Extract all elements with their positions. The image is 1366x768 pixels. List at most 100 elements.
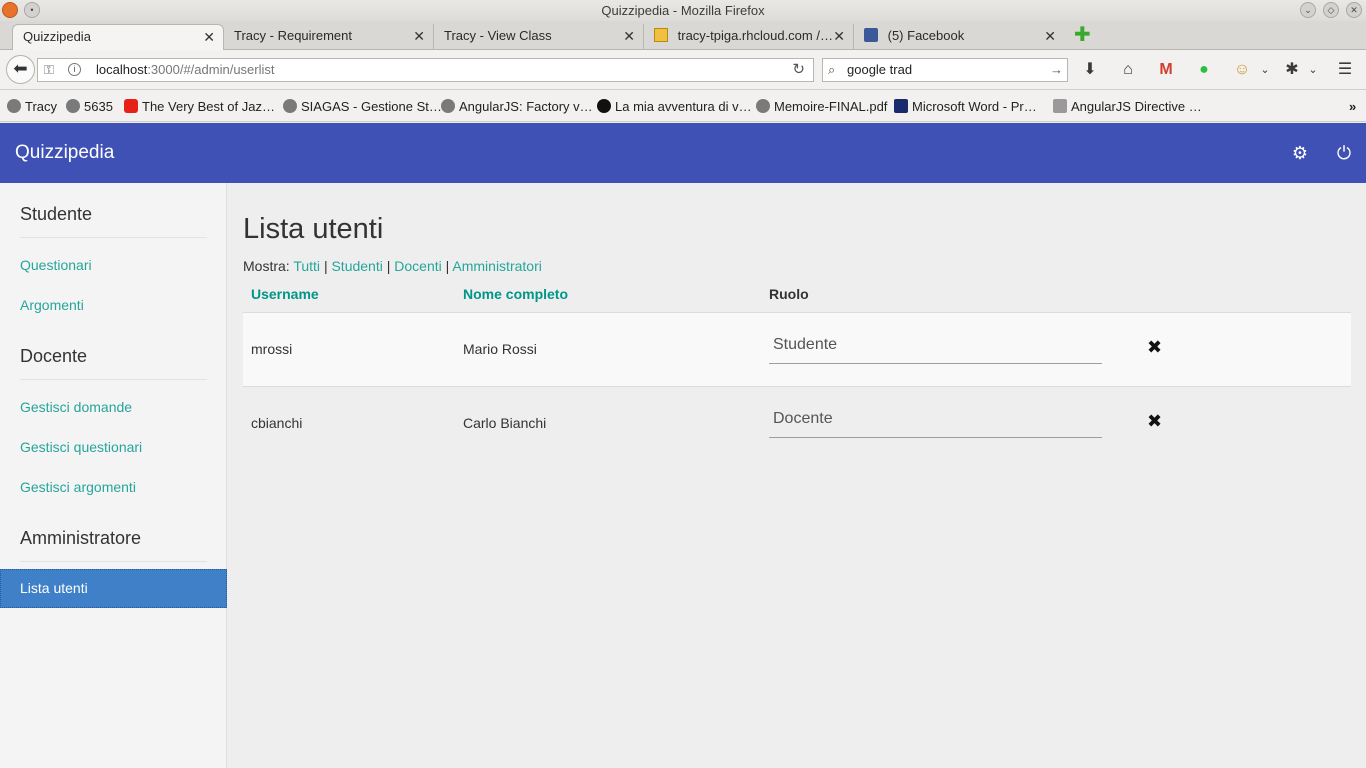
settings-gear-icon[interactable]: ⚙ xyxy=(1289,142,1311,164)
back-arrow-icon[interactable]: ⬅ xyxy=(6,55,35,84)
youtube-icon xyxy=(124,99,138,113)
globe-icon xyxy=(7,99,21,113)
globe-icon xyxy=(283,99,297,113)
globe-icon xyxy=(441,99,455,113)
sidebar-item-gestisci-questionari[interactable]: Gestisci questionari xyxy=(20,439,142,455)
firefox-logo-icon xyxy=(2,2,18,18)
globe-icon xyxy=(756,99,770,113)
sidebar-item-lista-utenti[interactable]: Lista utenti xyxy=(0,569,227,608)
maximize-icon[interactable]: ◇ xyxy=(1323,2,1339,18)
close-tab-icon[interactable]: ✕ xyxy=(203,25,215,49)
extension-face-icon[interactable]: ☺ xyxy=(1232,60,1252,80)
bookmark-item[interactable]: The Very Best of Jaz… xyxy=(124,99,275,115)
new-tab-icon[interactable]: ✚ xyxy=(1074,24,1091,46)
close-window-icon[interactable]: ✕ xyxy=(1346,2,1362,18)
key-icon[interactable]: ⚿ xyxy=(44,59,54,81)
navigation-bar: ⬅ ⚿ i localhost:3000/#/admin/userlist ↻ … xyxy=(0,50,1366,90)
whatsapp-icon[interactable]: ● xyxy=(1194,60,1214,80)
reload-icon[interactable]: ↻ xyxy=(792,59,805,81)
bookmark-label: Microsoft Word - Pr… xyxy=(912,99,1037,114)
sidebar-section-amministratore: Amministratore xyxy=(20,528,207,562)
tab-facebook[interactable]: (5) Facebook ✕ xyxy=(854,24,1064,50)
bookmark-item[interactable]: La mia avventura di v… xyxy=(597,99,752,115)
tab-tracy-requirement[interactable]: Tracy - Requirement ✕ xyxy=(224,24,434,50)
close-tab-icon[interactable]: ✕ xyxy=(623,24,635,48)
tab-label: Quizzipedia xyxy=(23,29,91,44)
bookmark-item[interactable]: AngularJS: Factory v… xyxy=(441,99,593,115)
url-bar[interactable]: ⚿ i localhost:3000/#/admin/userlist ↻ xyxy=(37,58,814,82)
bookmark-label: Memoire-FINAL.pdf xyxy=(774,99,888,114)
fullname-cell: Carlo Bianchi xyxy=(463,415,547,431)
sidebar-item-gestisci-domande[interactable]: Gestisci domande xyxy=(20,399,132,415)
sidebar-item-gestisci-argomenti[interactable]: Gestisci argomenti xyxy=(20,479,136,495)
username-cell: cbianchi xyxy=(251,415,303,431)
facebook-icon xyxy=(864,28,878,42)
url-host: localhost xyxy=(96,62,148,77)
filter-studenti-link[interactable]: Studenti xyxy=(331,258,382,274)
delete-user-icon[interactable]: ✖ xyxy=(1147,411,1162,432)
url-path: :3000/#/admin/userlist xyxy=(147,62,275,77)
column-header-fullname[interactable]: Nome completo xyxy=(463,286,568,302)
search-bar[interactable]: ⌕ google trad → xyxy=(822,58,1068,82)
role-select[interactable]: Studente xyxy=(769,330,1102,364)
chevron-down-icon[interactable]: ⌄ xyxy=(1255,60,1275,80)
tab-label: Tracy - View Class xyxy=(444,28,552,43)
role-select[interactable]: Docente xyxy=(769,404,1102,438)
tab-label: tracy-tpiga.rhcloud.com /… xyxy=(677,28,833,43)
minimize-icon[interactable]: ⌄ xyxy=(1300,2,1316,18)
sidebar-item-questionari[interactable]: Questionari xyxy=(20,257,92,273)
filter-amministratori-link[interactable]: Amministratori xyxy=(452,258,541,274)
tab-tracy-rhcloud[interactable]: tracy-tpiga.rhcloud.com /… ✕ xyxy=(644,24,854,50)
tab-strip: Quizzipedia ✕ Tracy - Requirement ✕ Trac… xyxy=(0,21,1366,50)
window-menu-icon[interactable]: • xyxy=(24,2,40,18)
close-tab-icon[interactable]: ✕ xyxy=(413,24,425,48)
download-icon[interactable]: ⬇ xyxy=(1080,60,1100,80)
chevron-down-icon[interactable]: ⌄ xyxy=(1303,60,1323,80)
sidebar-section-docente: Docente xyxy=(20,346,207,380)
app-header: Quizzipedia ⚙ ⏻ xyxy=(0,123,1366,183)
info-icon[interactable]: i xyxy=(68,63,81,76)
bookmark-item[interactable]: Microsoft Word - Pr… xyxy=(894,99,1037,115)
close-tab-icon[interactable]: ✕ xyxy=(833,24,845,48)
search-icon: ⌕ xyxy=(828,62,836,77)
more-bookmarks-chevron-icon[interactable]: » xyxy=(1349,99,1356,115)
filter-label: Mostra: xyxy=(243,258,290,274)
filter-tutti-link[interactable]: Tutti xyxy=(293,258,320,274)
sidebar-item-argomenti[interactable]: Argomenti xyxy=(20,297,84,313)
bug-icon[interactable]: ✱ xyxy=(1282,60,1302,80)
column-header-username[interactable]: Username xyxy=(251,286,319,302)
bookmark-label: AngularJS Directive … xyxy=(1071,99,1202,114)
filter-separator: | xyxy=(445,258,450,274)
tab-label: Tracy - Requirement xyxy=(234,28,352,43)
search-input[interactable]: google trad xyxy=(847,59,912,81)
delete-user-icon[interactable]: ✖ xyxy=(1147,337,1162,358)
close-tab-icon[interactable]: ✕ xyxy=(1044,24,1056,48)
bookmark-item[interactable]: 5635 xyxy=(66,99,113,115)
bookmark-item[interactable]: AngularJS Directive … xyxy=(1053,99,1202,115)
main-content: Lista utenti Mostra: Tutti | Studenti | … xyxy=(227,183,1366,768)
search-go-arrow-icon[interactable]: → xyxy=(1050,59,1063,81)
tab-tracy-view-class[interactable]: Tracy - View Class ✕ xyxy=(434,24,644,50)
home-icon[interactable]: ⌂ xyxy=(1118,60,1138,80)
role-filter-bar: Mostra: Tutti | Studenti | Docenti | Amm… xyxy=(243,258,542,274)
power-icon[interactable]: ⏻ xyxy=(1333,142,1355,164)
window-title: Quizzipedia - Mozilla Firefox xyxy=(601,3,765,18)
bookmark-item[interactable]: Tracy xyxy=(7,99,57,115)
window-title-bar: • Quizzipedia - Mozilla Firefox ⌄ ◇ ✕ xyxy=(0,0,1366,21)
document-icon xyxy=(1053,99,1067,113)
bookmark-item[interactable]: SIAGAS - Gestione St… xyxy=(283,99,442,115)
gmail-icon[interactable]: M xyxy=(1156,60,1176,80)
globe-icon xyxy=(66,99,80,113)
filter-docenti-link[interactable]: Docenti xyxy=(394,258,441,274)
g-icon xyxy=(597,99,611,113)
bookmark-item[interactable]: Memoire-FINAL.pdf xyxy=(756,99,887,115)
shield-icon xyxy=(894,99,908,113)
table-row: cbianchi Carlo Bianchi Docente ✖ xyxy=(243,387,1351,460)
tab-quizzipedia[interactable]: Quizzipedia ✕ xyxy=(12,24,224,50)
app-brand[interactable]: Quizzipedia xyxy=(15,141,114,165)
filter-separator: | xyxy=(323,258,328,274)
phpmyadmin-icon xyxy=(654,28,668,42)
menu-icon[interactable]: ☰ xyxy=(1335,60,1355,80)
table-row: mrossi Mario Rossi Studente ✖ xyxy=(243,313,1351,386)
bookmark-label: Tracy xyxy=(25,99,58,114)
